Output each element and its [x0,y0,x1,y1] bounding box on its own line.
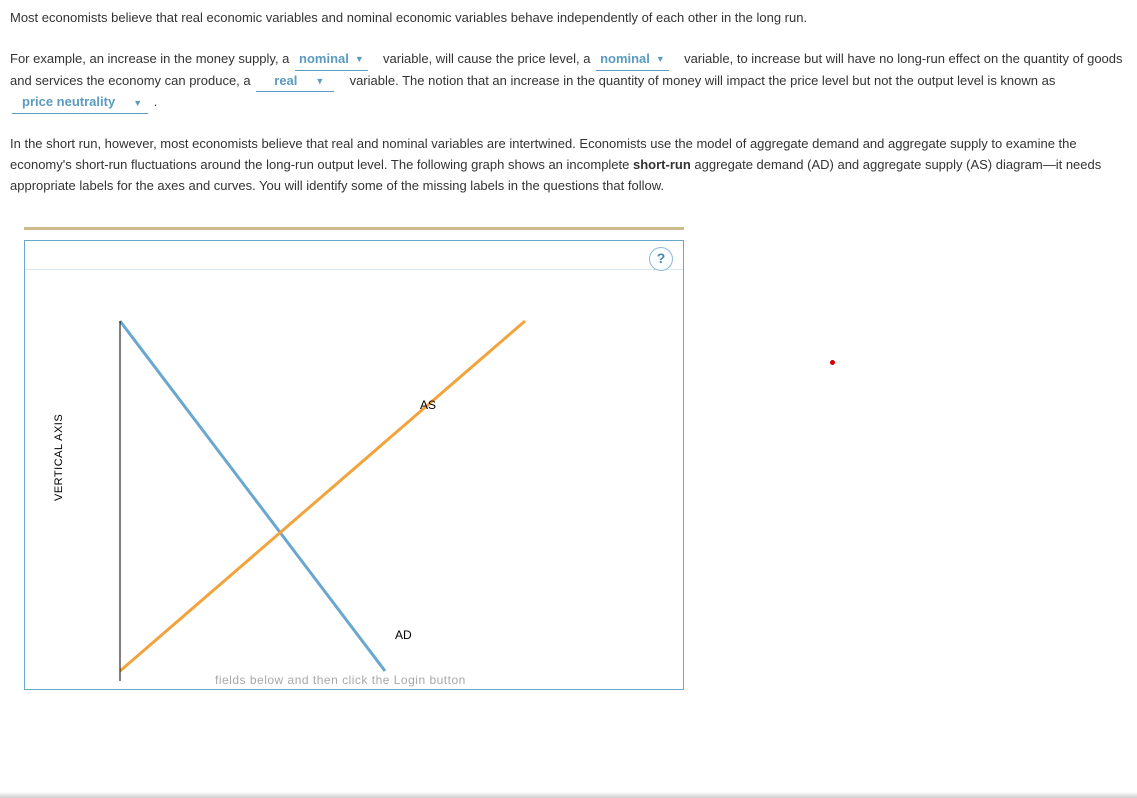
intro-paragraph: Most economists believe that real econom… [10,8,1127,29]
text: variable. The notion that an increase in… [350,73,1056,88]
dropdown-nominal-1[interactable]: nominal ▼ [295,49,368,71]
chevron-down-icon: ▼ [315,74,324,88]
graph-topbar [24,227,684,230]
red-dot-icon [830,360,835,365]
text: For example, an increase in the money su… [10,51,289,66]
text: . [154,94,158,109]
chevron-down-icon: ▼ [656,52,665,66]
page-root: Most economists believe that real econom… [0,0,1137,798]
as-label: AS [420,398,436,412]
chevron-down-icon: ▼ [133,96,142,110]
dropdown-real[interactable]: real ▼ [256,71,334,93]
dropdown-concept[interactable]: price neutrality ▼ [12,92,148,114]
bottom-shadow [0,792,1137,798]
chevron-down-icon: ▼ [355,52,364,66]
fill-in-paragraph: For example, an increase in the money su… [10,49,1127,114]
dropdown-value: nominal [299,49,349,70]
dropdown-value: nominal [600,49,650,70]
graph-intro-paragraph: In the short run, however, most economis… [10,134,1127,196]
dropdown-nominal-2[interactable]: nominal ▼ [596,49,669,71]
y-axis-label: VERTICAL AXIS [51,413,69,500]
chart-svg: AS AD [75,301,635,681]
text: variable, will cause the price level, a [383,51,590,66]
ad-curve [120,321,385,671]
graph-widget: ? VERTICAL AXIS AS AD fields below and t… [24,227,1127,690]
bold-short-run: short-run [633,157,691,172]
dropdown-value: real [274,71,297,92]
panel-divider [25,269,683,270]
graph-panel[interactable]: ? VERTICAL AXIS AS AD fields below and t… [24,240,684,690]
dropdown-value: price neutrality [22,92,115,113]
ad-label: AD [395,628,412,642]
help-icon[interactable]: ? [649,247,673,271]
ghost-text: fields below and then click the Login bu… [215,671,466,690]
as-curve [120,321,525,671]
